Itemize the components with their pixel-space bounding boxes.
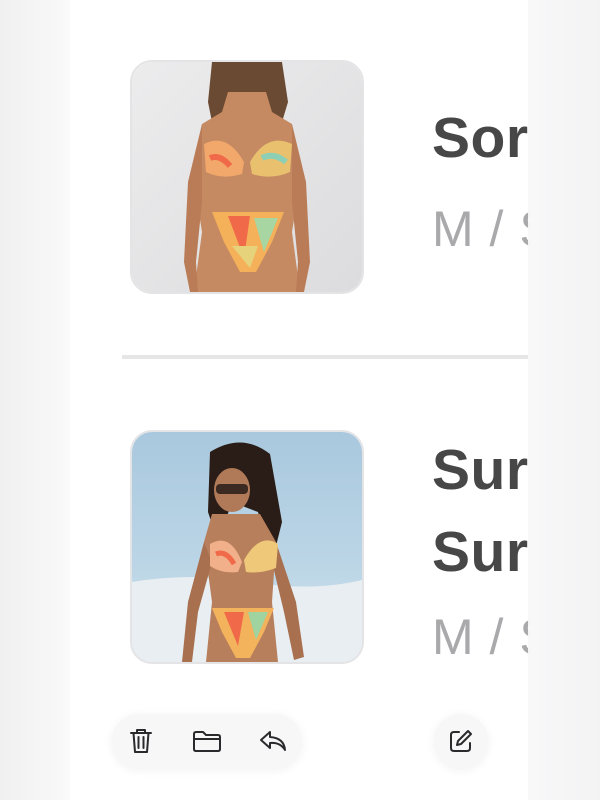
reply-icon [260, 731, 286, 751]
bottom-toolbar [112, 714, 302, 768]
compose-icon [450, 730, 472, 752]
trash-icon [130, 729, 152, 753]
product-row[interactable]: Sur Sur M / S [70, 360, 530, 700]
compose-button[interactable] [434, 714, 488, 768]
move-to-folder-button[interactable] [180, 714, 234, 768]
bikini-photo-beach [132, 432, 362, 662]
product-image[interactable] [130, 60, 364, 294]
product-title-line-2: Sur [432, 520, 529, 584]
product-title-line-1: Sur [432, 438, 529, 502]
product-variant: M / S [432, 609, 530, 665]
product-title: Sor [432, 106, 529, 170]
divider [122, 355, 530, 359]
bikini-photo-studio [132, 62, 362, 292]
folder-icon [193, 731, 221, 752]
product-row[interactable]: Sor M / S [70, 0, 530, 356]
app-screen: Sor M / Sur Sur M / [0, 0, 600, 800]
reply-button[interactable] [246, 714, 300, 768]
product-variant: M / S [432, 201, 530, 257]
delete-button[interactable] [114, 714, 168, 768]
left-edge-shade [0, 0, 72, 800]
order-items-sheet: Sor M / Sur Sur M / [70, 0, 530, 800]
product-image[interactable] [130, 430, 364, 664]
right-edge-shade [528, 0, 600, 800]
